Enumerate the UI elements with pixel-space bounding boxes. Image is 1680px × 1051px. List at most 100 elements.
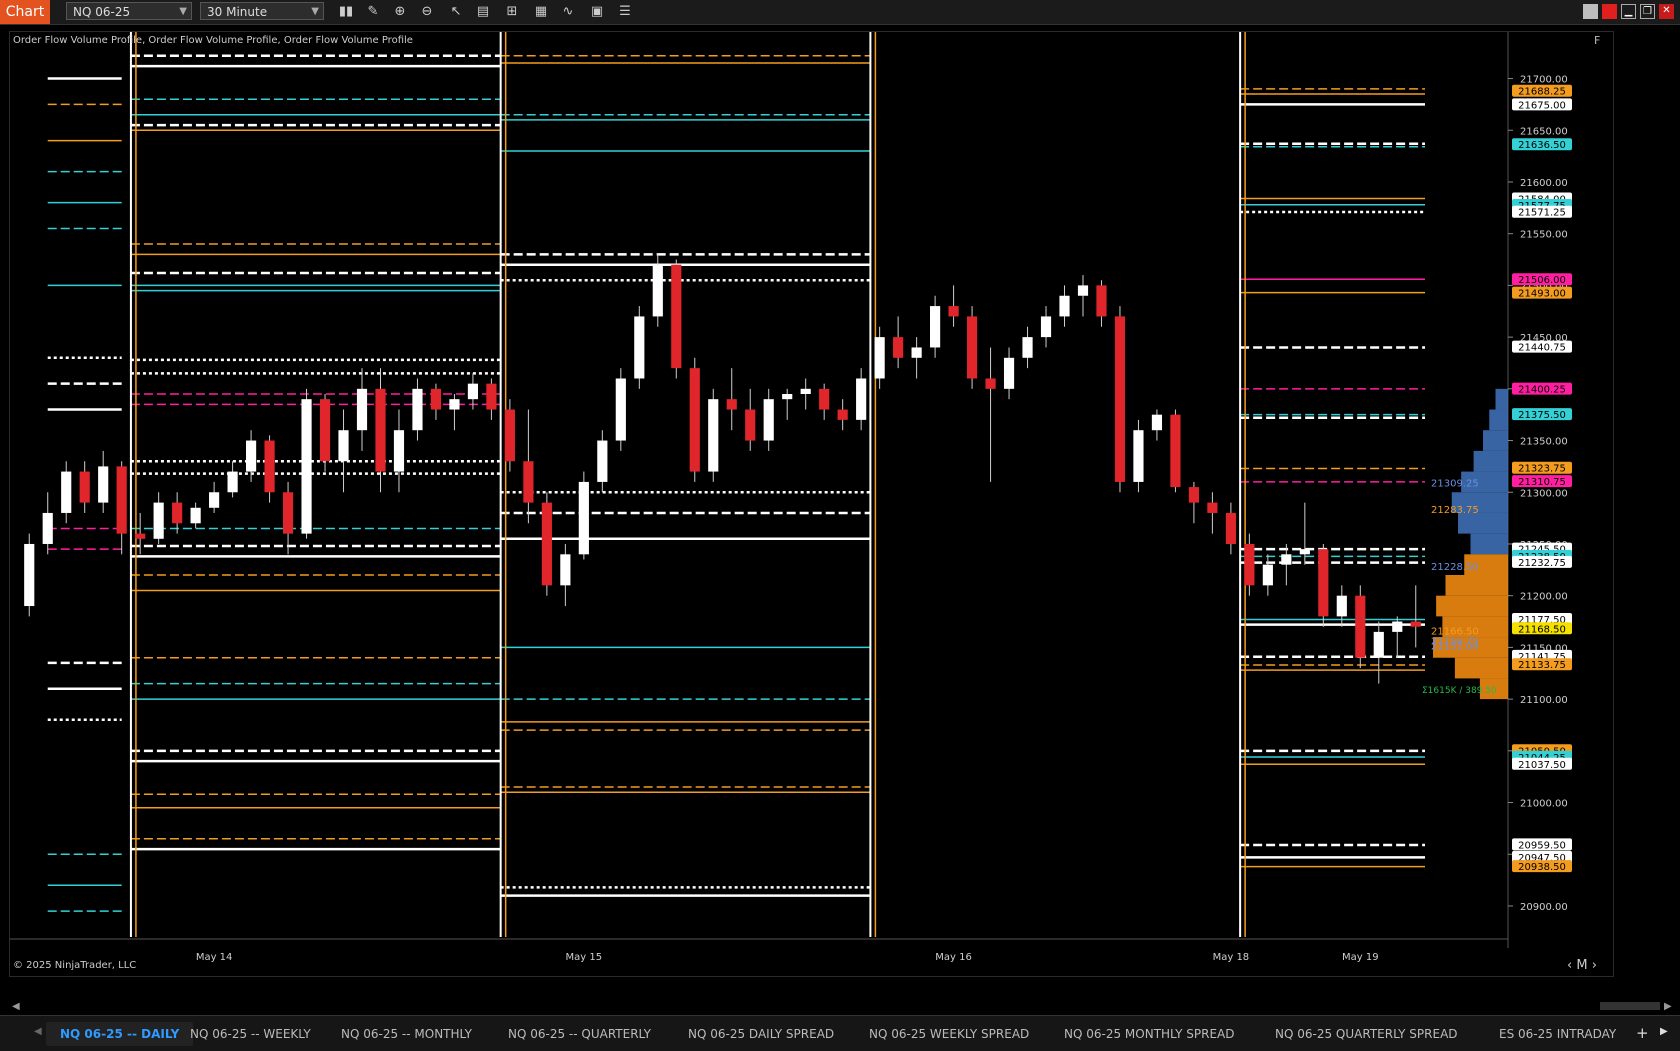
- candle-body: [264, 440, 275, 493]
- candle-body: [1188, 487, 1199, 503]
- candle-body: [1244, 543, 1255, 586]
- price-marker-label: 21675.00: [1518, 100, 1566, 111]
- candle-body: [652, 264, 663, 317]
- tab-nq-weekly[interactable]: NQ 06-25 -- WEEKLY: [190, 1022, 311, 1046]
- close-icon[interactable]: ✕: [1659, 4, 1674, 19]
- templates-icon[interactable]: ▣: [588, 3, 606, 21]
- candle-body: [745, 409, 756, 441]
- price-marker-label: 21571.25: [1518, 208, 1566, 219]
- candle-body: [1003, 357, 1015, 389]
- candle-body: [930, 306, 941, 348]
- tab-nq-daily-spread[interactable]: NQ 06-25 DAILY SPREAD: [688, 1022, 834, 1046]
- time-axis-label: May 16: [935, 952, 972, 963]
- chevron-right-icon[interactable]: ›: [1588, 958, 1597, 973]
- candle-body: [227, 471, 238, 493]
- add-tab-icon[interactable]: +: [1636, 1024, 1649, 1042]
- candle-body: [782, 394, 793, 400]
- candle-body: [1299, 549, 1310, 555]
- candle-body: [1059, 295, 1070, 317]
- instrument-value: NQ 06-25: [73, 5, 131, 19]
- scroll-left-icon[interactable]: ◀: [12, 1001, 20, 1012]
- volume-profile-bar: [1445, 575, 1508, 596]
- maximize-icon[interactable]: ❐: [1640, 4, 1655, 19]
- bar-type-icon[interactable]: ▮▮: [337, 3, 355, 21]
- candle-body: [874, 337, 885, 379]
- chart-tabs: ◀ NQ 06-25 -- DAILY NQ 06-25 -- WEEKLY N…: [0, 1015, 1680, 1051]
- minimize-icon[interactable]: ▁: [1621, 4, 1636, 19]
- profile-value-label: 21309.25: [1431, 479, 1479, 490]
- candle-body: [24, 543, 35, 607]
- candle-body: [1281, 554, 1292, 565]
- candle-body: [597, 440, 608, 482]
- price-marker-label: 21440.75: [1518, 343, 1566, 354]
- scroll-right-icon[interactable]: ▶: [1664, 1001, 1672, 1012]
- candle-body: [726, 399, 737, 410]
- tab-nq-daily[interactable]: NQ 06-25 -- DAILY: [46, 1022, 194, 1046]
- price-marker-label: 21310.75: [1518, 477, 1566, 488]
- price-chart[interactable]: 21700.0021650.0021600.0021550.0021500.00…: [10, 32, 1615, 978]
- candle-body: [634, 316, 645, 379]
- candle-body: [172, 502, 183, 524]
- candle-body: [800, 388, 811, 394]
- candle-body: [1170, 414, 1181, 488]
- price-marker-label: 21493.00: [1518, 289, 1566, 300]
- candle-body: [1096, 285, 1107, 317]
- tab-nq-quarterly[interactable]: NQ 06-25 -- QUARTERLY: [508, 1022, 651, 1046]
- candle-body: [763, 399, 774, 441]
- scale-mode[interactable]: M: [1576, 958, 1587, 973]
- candle-body: [412, 388, 423, 431]
- chart-toolbar: Chart NQ 06-25 ▼ 30 Minute ▼ ▮▮ ✎ ⊕ ⊖ ↖ …: [0, 0, 1680, 25]
- tab-nq-weekly-spread[interactable]: NQ 06-25 WEEKLY SPREAD: [869, 1022, 1029, 1046]
- candle-body: [338, 430, 349, 462]
- zoom-in-icon[interactable]: ⊕: [391, 3, 409, 21]
- indicators-icon[interactable]: ▦: [532, 3, 550, 21]
- tab-nq-quarterly-spread[interactable]: NQ 06-25 QUARTERLY SPREAD: [1275, 1022, 1458, 1046]
- candle-body: [504, 409, 515, 462]
- scrollbar-thumb[interactable]: [1600, 1002, 1660, 1010]
- volume-profile-bar: [1470, 533, 1508, 555]
- price-marker-label: 21636.50: [1518, 140, 1566, 151]
- pointer-icon[interactable]: ↖: [447, 3, 465, 21]
- candle-body: [1022, 337, 1033, 358]
- chevron-left-icon[interactable]: ‹: [1567, 958, 1576, 973]
- candle-body: [61, 471, 72, 513]
- tab-nq-monthly-spread[interactable]: NQ 06-25 MONTHLY SPREAD: [1064, 1022, 1235, 1046]
- zoom-out-icon[interactable]: ⊖: [418, 3, 436, 21]
- corner-toggle[interactable]: F: [1594, 34, 1600, 47]
- tab-es-intraday[interactable]: ES 06-25 INTRADAY: [1499, 1022, 1616, 1046]
- data-box-icon[interactable]: ▤: [474, 3, 492, 21]
- candle-body: [1410, 621, 1421, 627]
- price-tick-label: 21200.00: [1520, 592, 1568, 603]
- instrument-selector[interactable]: NQ 06-25 ▼: [66, 2, 192, 20]
- candle-body: [356, 388, 368, 431]
- profile-value-label: 21228.50: [1431, 562, 1479, 573]
- volume-profile-bar: [1483, 430, 1508, 451]
- horizontal-scrollbar[interactable]: ◀ ▶: [0, 1000, 1680, 1012]
- price-marker-label: 21400.25: [1518, 385, 1566, 396]
- scale-control[interactable]: ‹ M ›: [1567, 958, 1597, 973]
- candle-body: [42, 512, 53, 544]
- drawing-tool-icon[interactable]: ✎: [364, 3, 382, 21]
- candle-body: [190, 507, 201, 524]
- price-tick-label: 21650.00: [1520, 126, 1568, 137]
- candle-body: [985, 378, 996, 389]
- candle-body: [837, 409, 848, 420]
- link-color-icon[interactable]: [1602, 4, 1617, 19]
- properties-icon[interactable]: ☰: [616, 3, 634, 21]
- chart-panel[interactable]: 21700.0021650.0021600.0021550.0021500.00…: [9, 31, 1614, 977]
- tab-nq-monthly[interactable]: NQ 06-25 -- MONTHLY: [341, 1022, 472, 1046]
- candle-body: [893, 337, 904, 358]
- chart-trader-icon[interactable]: ⊞: [503, 3, 521, 21]
- window-color-icon[interactable]: [1583, 4, 1598, 19]
- candle-body: [282, 492, 294, 534]
- interval-selector[interactable]: 30 Minute ▼: [200, 2, 324, 20]
- volume-profile-bar: [1473, 450, 1508, 472]
- tabs-left-icon[interactable]: ◀: [34, 1026, 42, 1037]
- price-tick-label: 21000.00: [1520, 799, 1568, 810]
- tabs-right-icon[interactable]: ▶: [1660, 1026, 1668, 1037]
- time-axis-label: May 14: [196, 952, 233, 963]
- candle-body: [523, 461, 534, 503]
- strategies-icon[interactable]: ∿: [559, 3, 577, 21]
- candle-body: [1133, 430, 1144, 482]
- candle-body: [1392, 621, 1403, 632]
